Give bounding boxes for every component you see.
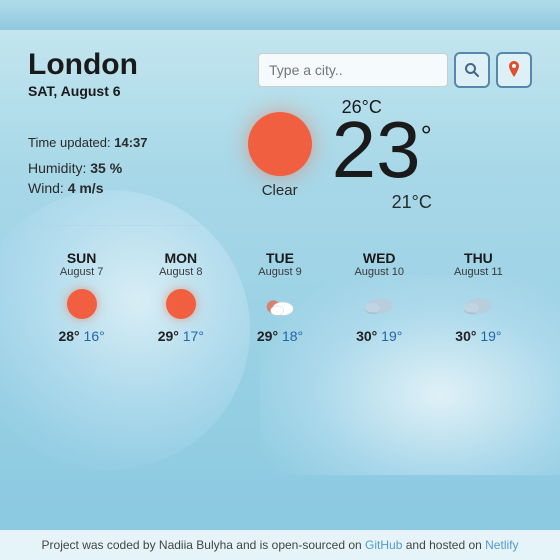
forecast-max-temp: 30° (356, 328, 377, 344)
forecast-cloudy-icon (460, 290, 496, 318)
top-bar (0, 0, 560, 30)
forecast-min-temp: 18° (282, 328, 303, 344)
forecast-cloudy-icon (361, 290, 397, 318)
search-input[interactable] (258, 53, 448, 87)
temp-main-value: 23 (332, 110, 421, 190)
city-date: SAT, August 6 (28, 83, 138, 99)
search-button[interactable] (454, 52, 490, 88)
forecast-min-temp: 19° (381, 328, 402, 344)
forecast-day: TUE August 9 29° 18° (230, 250, 329, 344)
divider (28, 225, 532, 226)
forecast-icon-container (262, 286, 298, 322)
forecast-max-temp: 29° (158, 328, 179, 344)
temp-main-row: 23 ° (332, 110, 432, 190)
temp-min: 21°C (392, 192, 432, 213)
forecast-min-temp: 16° (84, 328, 105, 344)
forecast-temps: 29° 18° (257, 328, 303, 344)
forecast-min-temp: 17° (183, 328, 204, 344)
forecast-max-temp: 29° (257, 328, 278, 344)
humidity-value: 35 % (90, 160, 122, 176)
search-area (258, 52, 532, 88)
forecast-temps: 30° 19° (455, 328, 501, 344)
netlify-link[interactable]: Netlify (485, 538, 518, 552)
header-row: London SAT, August 6 (28, 48, 532, 99)
forecast-icon-container (361, 286, 397, 322)
forecast-max-temp: 30° (455, 328, 476, 344)
time-updated-value: 14:37 (114, 135, 147, 150)
forecast-day-name: SUN (67, 250, 97, 266)
footer: Project was coded by Nadiia Bulyha and i… (0, 530, 560, 560)
current-weather-icon (248, 112, 312, 176)
forecast-day-date: August 11 (454, 266, 503, 278)
forecast-day-date: August 8 (159, 266, 202, 278)
forecast-day: WED August 10 30° 19° (330, 250, 429, 344)
forecast-day-name: TUE (266, 250, 294, 266)
forecast-row: SUN August 7 28° 16° MON August 8 29° 17… (28, 250, 532, 344)
footer-text: Project was coded by Nadiia Bulyha and i… (42, 538, 366, 552)
location-button[interactable] (496, 52, 532, 88)
forecast-temps: 30° 19° (356, 328, 402, 344)
forecast-day-date: August 9 (258, 266, 301, 278)
forecast-day-name: MON (164, 250, 197, 266)
github-link[interactable]: GitHub (365, 538, 402, 552)
forecast-sun-icon (166, 289, 196, 319)
app-container: London SAT, August 6 Time updated: (0, 30, 560, 530)
forecast-day-name: WED (363, 250, 396, 266)
weather-icon-area: Clear (248, 112, 312, 199)
forecast-max-temp: 28° (58, 328, 79, 344)
forecast-day-date: August 10 (354, 266, 404, 278)
wind: Wind: 4 m/s (28, 180, 148, 196)
temp-unit: ° (421, 120, 432, 152)
temp-display: 26°C 23 ° 21°C (332, 97, 432, 213)
wind-value: 4 m/s (68, 180, 104, 196)
weather-condition: Clear (262, 182, 298, 199)
forecast-temps: 28° 16° (58, 328, 104, 344)
forecast-icon-container (460, 286, 496, 322)
current-weather: Clear 26°C 23 ° 21°C (148, 97, 533, 213)
search-icon (464, 62, 480, 78)
forecast-icon-container (163, 286, 199, 322)
forecast-day: SUN August 7 28° 16° (32, 250, 131, 344)
forecast-day-date: August 7 (60, 266, 103, 278)
forecast-temps: 29° 17° (158, 328, 204, 344)
stats-left: Time updated: 14:37 Humidity: 35 % Wind:… (28, 135, 148, 196)
forecast-day: THU August 11 30° 19° (429, 250, 528, 344)
city-info: London SAT, August 6 (28, 48, 138, 99)
forecast-partly-cloudy-icon (262, 289, 298, 319)
footer-middle-text: and hosted on (402, 538, 485, 552)
forecast-day-name: THU (464, 250, 493, 266)
forecast-icon-container (64, 286, 100, 322)
location-icon (506, 61, 522, 79)
forecast-min-temp: 19° (480, 328, 501, 344)
forecast-day: MON August 8 29° 17° (131, 250, 230, 344)
time-updated: Time updated: 14:37 (28, 135, 148, 150)
stats-row: Time updated: 14:37 Humidity: 35 % Wind:… (28, 117, 532, 213)
humidity: Humidity: 35 % (28, 160, 148, 176)
forecast-sun-icon (67, 289, 97, 319)
city-name: London (28, 48, 138, 81)
